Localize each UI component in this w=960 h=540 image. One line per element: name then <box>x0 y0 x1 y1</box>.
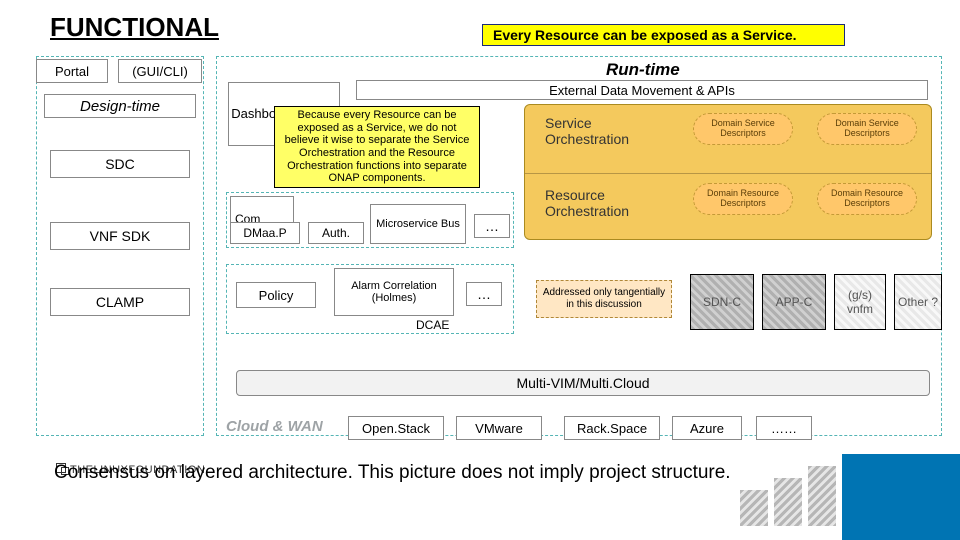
res-descriptor-chip-2: Domain Resource Descriptors <box>817 183 917 215</box>
footer-accent <box>842 454 960 540</box>
consensus-text: Consensus on layered architecture. This … <box>54 462 731 484</box>
vnfm-box: (g/s) vnfm <box>834 274 886 330</box>
cloud-openstack: Open.Stack <box>348 416 444 440</box>
orchestration-block: Service Orchestration Resource Orchestra… <box>524 104 932 240</box>
svc-descriptor-chip-2: Domain Service Descriptors <box>817 113 917 145</box>
cloud-vmware: VMware <box>456 416 542 440</box>
footer-hatch-3 <box>808 466 836 526</box>
res-descriptor-chip-1: Domain Resource Descriptors <box>693 183 793 215</box>
headline: FUNCTIONAL <box>50 12 219 43</box>
cloud-more: …… <box>756 416 812 440</box>
svc-descriptor-chip-1: Domain Service Descriptors <box>693 113 793 145</box>
footer-hatch-2 <box>774 478 802 526</box>
cloud-wan-tag: Cloud & WAN <box>226 418 323 435</box>
tangential-note: Addressed only tangentially in this disc… <box>536 280 672 318</box>
guicli-box: (GUI/CLI) <box>118 59 202 83</box>
policy-box: Policy <box>236 282 316 308</box>
auth-box: Auth. <box>308 222 364 244</box>
portal-box: Portal <box>36 59 108 83</box>
dcae-ellipsis: … <box>466 282 502 306</box>
dmaap-box: DMaa.P <box>230 222 300 244</box>
cloud-azure: Azure <box>672 416 742 440</box>
vnfsdk-box: VNF SDK <box>50 222 190 250</box>
resource-orch-label: Resource Orchestration <box>535 181 665 225</box>
sdnc-box: SDN-C <box>690 274 754 330</box>
multivim-bar: Multi-VIM/Multi.Cloud <box>236 370 930 396</box>
cloud-rackspace: Rack.Space <box>564 416 660 440</box>
sdc-box: SDC <box>50 150 190 178</box>
callout-note: Because every Resource can be exposed as… <box>274 106 480 188</box>
clamp-box: CLAMP <box>50 288 190 316</box>
commons-ellipsis: … <box>474 214 510 238</box>
service-orch-label: Service Orchestration <box>535 109 665 153</box>
dcae-label: DCAE <box>416 318 449 332</box>
ext-apis-bar: External Data Movement & APIs <box>356 80 928 100</box>
appc-box: APP-C <box>762 274 826 330</box>
msb-box: Micro​service Bus <box>370 204 466 244</box>
design-time-label: Design-time <box>44 94 196 118</box>
footer-hatch-1 <box>740 490 768 526</box>
holmes-box: Alarm Correlation (Holmes) <box>334 268 454 316</box>
service-banner: Every Resource can be exposed as a Servi… <box>482 24 845 46</box>
other-box: Other ? <box>894 274 942 330</box>
